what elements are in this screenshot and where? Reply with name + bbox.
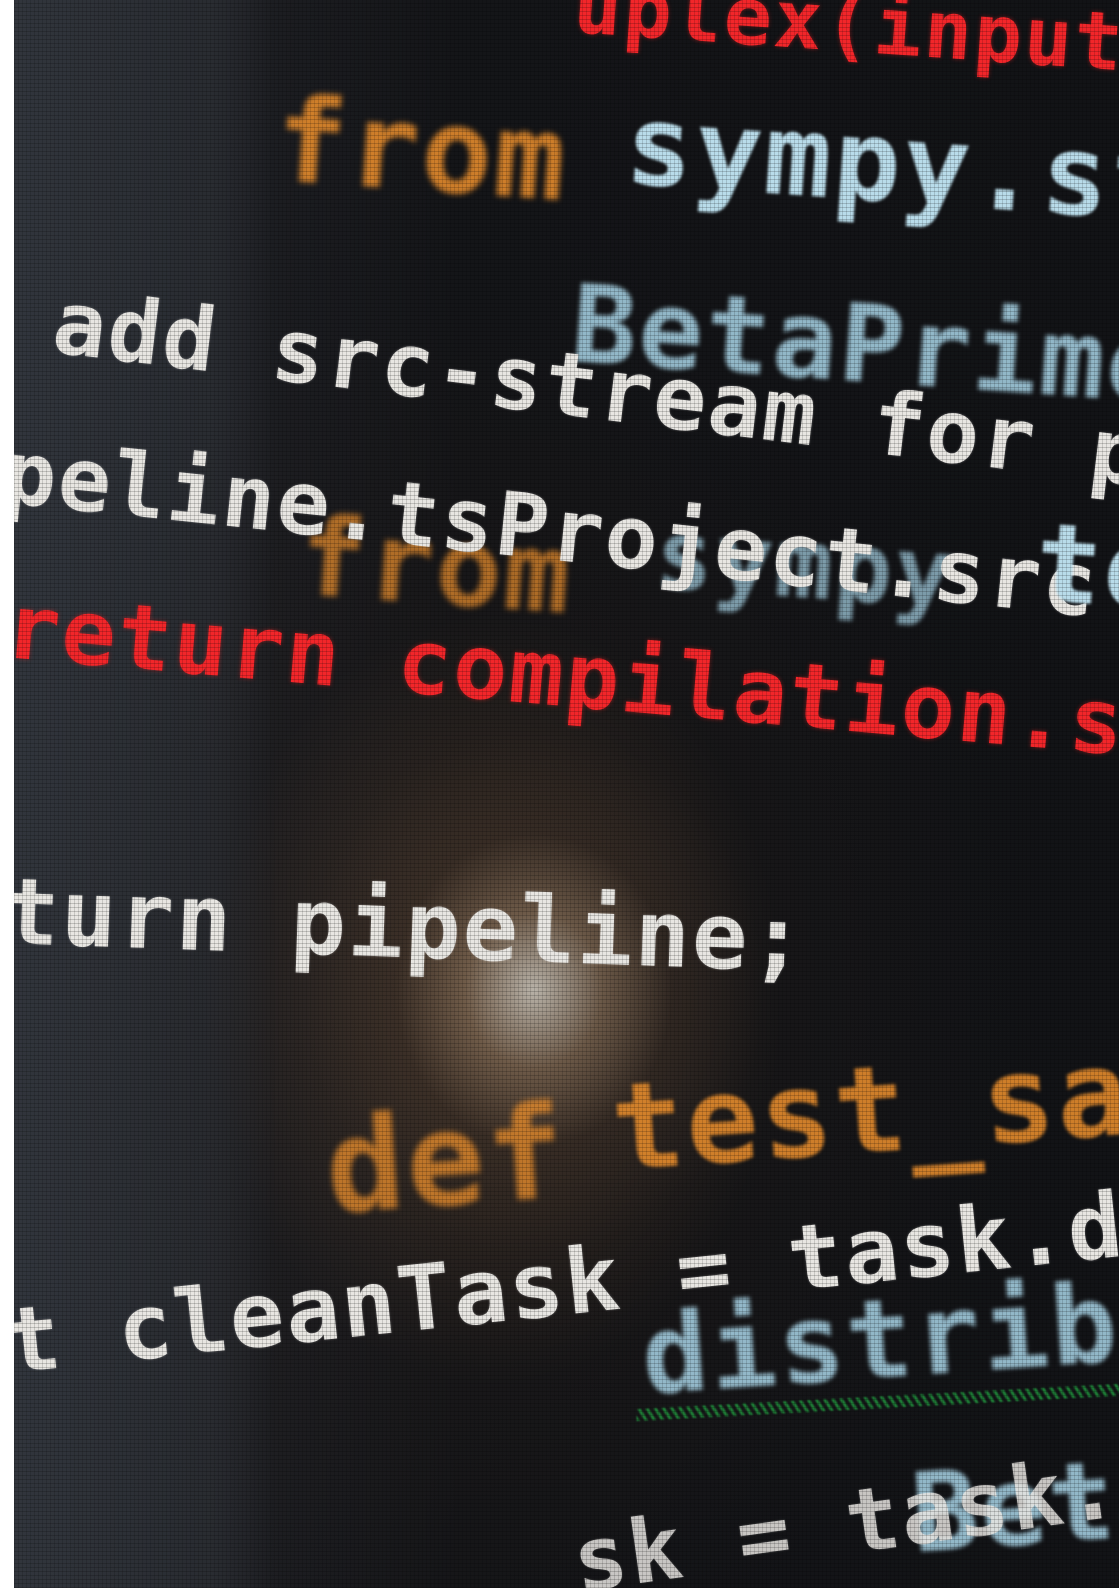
code-keyword-def: def: [320, 1075, 572, 1244]
code-identifier-test-sam: test_sam: [607, 1018, 1119, 1199]
code-keyword-from-1: from: [271, 70, 573, 229]
code-screen-photo: uplex(input from sympy.st BetaPrime add …: [14, 0, 1119, 1588]
code-fragment-te: te: [1031, 498, 1119, 636]
code-module-sympy-1: sympy.st: [621, 80, 1119, 249]
code-line-top-red: uplex(input: [570, 0, 1119, 90]
